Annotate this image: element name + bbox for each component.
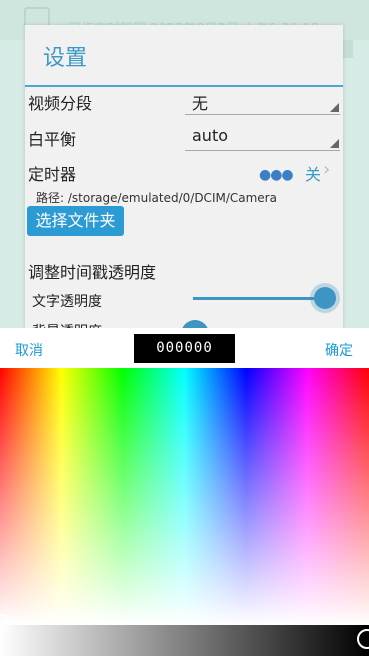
chevron-right-icon: › (323, 159, 331, 180)
background-scroll-indicator (343, 40, 353, 58)
hue-saturation-spectrum[interactable] (0, 368, 369, 625)
slider-thumb[interactable] (314, 287, 336, 309)
spinner-underline (185, 150, 340, 151)
timer-value: 关 (305, 165, 322, 184)
opacity-section-title: 调整时间戳透明度 (28, 263, 157, 282)
more-dots-icon: ●●● (259, 167, 294, 183)
slider-track (193, 297, 325, 300)
storage-path: 路径: /storage/emulated/0/DCIM/Camera (36, 191, 277, 205)
white-balance-label: 白平衡 (28, 130, 77, 149)
video-segment-value: 无 (192, 94, 209, 113)
color-picker-panel: 取消 000000 确定 (0, 328, 369, 656)
choose-folder-button[interactable]: 选择文件夹 (27, 206, 124, 236)
hex-color-input[interactable]: 000000 (134, 334, 235, 363)
camera-icon (24, 7, 50, 27)
video-segment-label: 视频分段 (28, 94, 93, 113)
text-opacity-label: 文字透明度 (32, 294, 102, 310)
cancel-button[interactable]: 取消 (15, 340, 43, 360)
confirm-button[interactable]: 确定 (325, 340, 353, 360)
title-divider (25, 85, 343, 87)
settings-dialog: 设置 视频分段 无 白平衡 auto 定时器 ●●● 关 › 路径: /stor… (25, 25, 343, 340)
spinner-underline (185, 114, 340, 115)
timer-label: 定时器 (28, 165, 77, 184)
dialog-title: 设置 (43, 46, 88, 71)
dropdown-triangle-icon (330, 139, 339, 148)
white-balance-value: auto (192, 126, 229, 145)
dropdown-triangle-icon (330, 103, 339, 112)
brightness-gradient-bar[interactable] (0, 625, 369, 656)
